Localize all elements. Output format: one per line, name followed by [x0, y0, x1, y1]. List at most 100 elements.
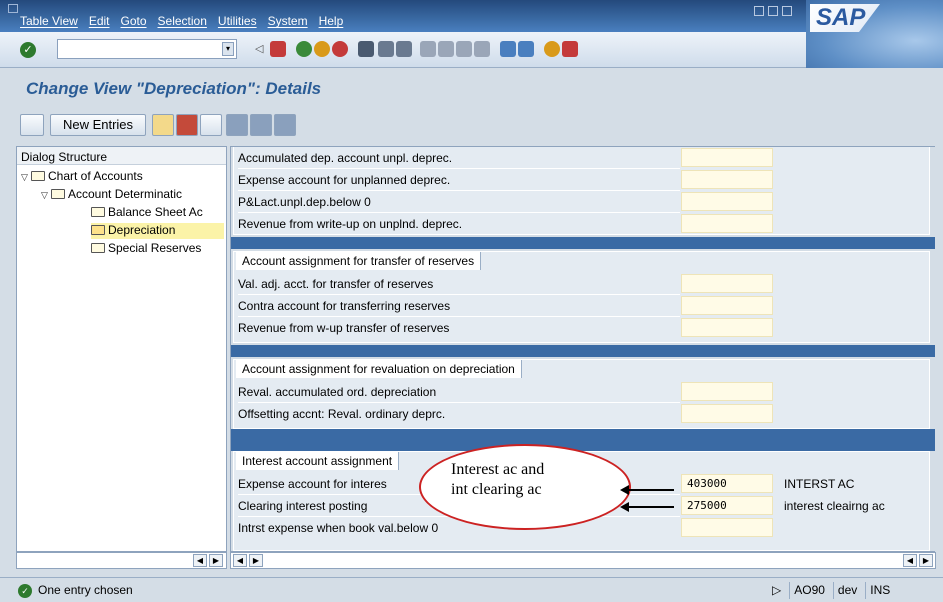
cancel-icon[interactable]	[332, 41, 348, 57]
account-input[interactable]	[681, 404, 773, 423]
help-icon[interactable]	[544, 41, 560, 57]
copy-as-icon[interactable]	[152, 114, 174, 136]
scroll-left-icon[interactable]: ◀	[903, 554, 917, 567]
annotation-arrow	[620, 485, 674, 495]
layout-menu-icon[interactable]	[562, 41, 578, 57]
field-label: Clearing interest posting	[238, 499, 368, 513]
group-separator	[231, 345, 935, 357]
save-icon[interactable]	[270, 41, 286, 57]
group-transfer-of-reserves: Account assignment for transfer of reser…	[233, 251, 930, 343]
status-message: One entry chosen	[38, 583, 133, 597]
transaction-code: AO90	[789, 582, 829, 599]
account-description: interest cleairng ac	[784, 499, 885, 513]
status-toggle-icon[interactable]: ▷	[768, 582, 785, 599]
success-icon: ✓	[18, 584, 32, 598]
system-menu-icon[interactable]	[8, 4, 18, 13]
account-input[interactable]	[681, 148, 773, 167]
select-all-icon[interactable]	[274, 114, 296, 136]
tree-node-depreciation[interactable]: Depreciation	[91, 223, 224, 239]
tree-node-special-reserves[interactable]: Special Reserves	[91, 241, 226, 255]
row-divider	[238, 212, 680, 213]
menu-table-view[interactable]: Table View	[20, 14, 78, 28]
tree-node-account-determination[interactable]: ▽ Account Determinatic	[41, 187, 226, 201]
group-header: Account assignment for revaluation on de…	[236, 360, 522, 378]
field-label: Contra account for transferring reserves	[238, 299, 451, 313]
print-icon[interactable]	[358, 41, 374, 57]
scroll-left-icon[interactable]: ◀	[193, 554, 207, 567]
minimize-icon[interactable]	[754, 6, 764, 16]
account-input[interactable]	[681, 518, 773, 537]
field-label: Revenue from write-up on unplnd. deprec.	[238, 217, 463, 231]
next-page-icon[interactable]	[456, 41, 472, 57]
find-next-icon[interactable]	[396, 41, 412, 57]
row-divider	[238, 190, 680, 191]
command-field[interactable]	[57, 39, 237, 59]
account-input[interactable]	[681, 274, 773, 293]
tree-label: Account Determinatic	[68, 187, 183, 201]
create-session-icon[interactable]	[500, 41, 516, 57]
field-label: Intrst expense when book val.below 0	[238, 521, 439, 535]
maximize-icon[interactable]	[768, 6, 778, 16]
last-page-icon[interactable]	[474, 41, 490, 57]
scroll-right-icon[interactable]: ▶	[209, 554, 223, 567]
account-input[interactable]	[681, 192, 773, 211]
tree-node-chart-of-accounts[interactable]: ▽ Chart of Accounts	[21, 169, 143, 183]
delete-icon[interactable]	[176, 114, 198, 136]
row-divider	[238, 316, 680, 317]
scroll-right-icon[interactable]: ▶	[249, 554, 263, 567]
status-info: ▷ AO90 dev INS	[768, 582, 894, 599]
field-label: Expense account for interes	[238, 477, 387, 491]
dialog-structure-panel: Dialog Structure ▽ Chart of Accounts ▽ Acc…	[16, 146, 227, 552]
account-input[interactable]	[681, 318, 773, 337]
window-controls	[754, 6, 792, 16]
tree-node-balance-sheet[interactable]: Balance Sheet Ac	[91, 205, 226, 219]
left-horizontal-scrollbar[interactable]: ◀ ▶	[16, 552, 227, 569]
account-input[interactable]	[681, 214, 773, 233]
new-entries-button[interactable]: New Entries	[50, 114, 146, 136]
exit-icon[interactable]	[314, 41, 330, 57]
command-dropdown-icon[interactable]: ▾	[222, 42, 234, 56]
shortcut-icon[interactable]	[518, 41, 534, 57]
group-header: Interest account assignment	[236, 452, 400, 470]
find-icon[interactable]	[378, 41, 394, 57]
field-label: Offsetting accnt: Reval. ordinary deprc.	[238, 407, 446, 421]
menu-edit[interactable]: Edit	[89, 14, 110, 28]
tree-label: Depreciation	[108, 223, 176, 237]
enter-icon[interactable]: ✓	[20, 42, 36, 58]
menu-system[interactable]: System	[268, 14, 308, 28]
back-arrow-icon[interactable]: ◁	[255, 41, 271, 57]
previous-page-icon[interactable]	[438, 41, 454, 57]
display-change-icon[interactable]	[20, 114, 44, 136]
account-input[interactable]: 275000	[681, 496, 773, 515]
menu-help[interactable]: Help	[319, 14, 344, 28]
field-label: P&Lact.unpl.dep.below 0	[238, 195, 371, 209]
tree-label: Special Reserves	[108, 241, 202, 255]
expand-triangle-icon[interactable]: ▽	[21, 172, 31, 183]
close-icon[interactable]	[782, 6, 792, 16]
client-label: dev	[832, 582, 861, 599]
account-input[interactable]	[681, 382, 773, 401]
folder-icon	[31, 171, 45, 181]
next-entry-icon[interactable]	[250, 114, 272, 136]
menu-selection[interactable]: Selection	[158, 14, 207, 28]
title-area: Change View "Depreciation": Details	[0, 68, 943, 106]
vertical-scrollbar[interactable]	[935, 146, 943, 552]
previous-entry-icon[interactable]	[226, 114, 248, 136]
scroll-right-icon[interactable]: ▶	[919, 554, 933, 567]
insert-mode[interactable]: INS	[865, 582, 894, 599]
undo-change-icon[interactable]	[200, 114, 222, 136]
menu-list: Table View Edit Goto Selection Utilities…	[20, 14, 343, 28]
scroll-left-icon[interactable]: ◀	[233, 554, 247, 567]
account-input[interactable]	[681, 170, 773, 189]
menu-utilities[interactable]: Utilities	[218, 14, 257, 28]
details-horizontal-scrollbar[interactable]: ◀ ▶ ◀ ▶	[230, 552, 936, 569]
first-page-icon[interactable]	[420, 41, 436, 57]
account-input[interactable]: 403000	[681, 474, 773, 493]
back-icon[interactable]	[296, 41, 312, 57]
expand-triangle-icon[interactable]: ▽	[41, 190, 51, 201]
menu-goto[interactable]: Goto	[121, 14, 147, 28]
folder-icon	[91, 207, 105, 217]
group-header: Account assignment for transfer of reser…	[236, 252, 482, 270]
sap-logo: SAP	[806, 0, 943, 68]
account-input[interactable]	[681, 296, 773, 315]
